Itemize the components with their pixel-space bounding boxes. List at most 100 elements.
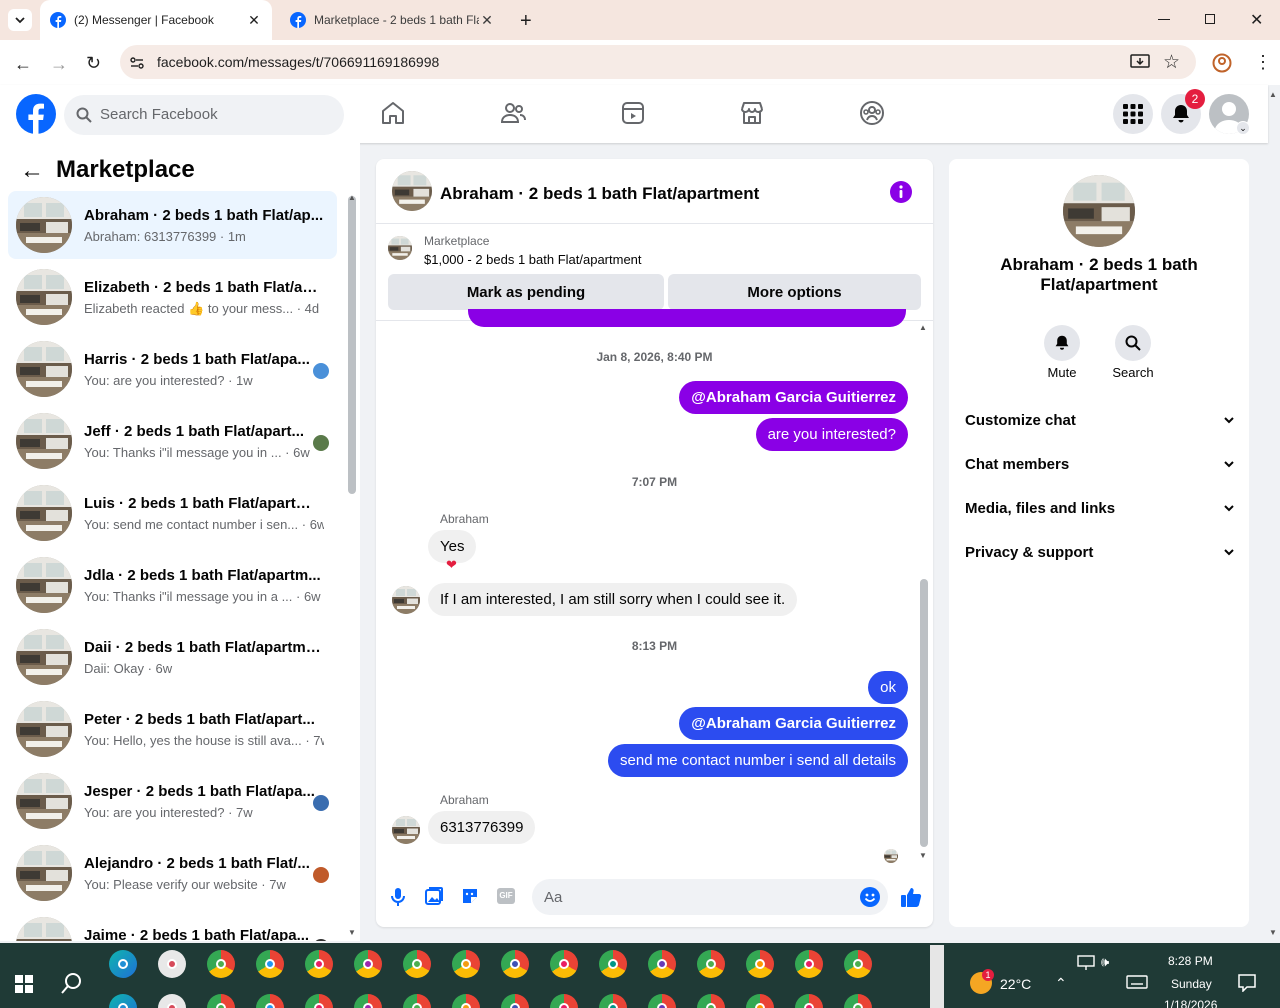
notification-center-icon[interactable] bbox=[1238, 974, 1256, 992]
taskbar-app-icon[interactable] bbox=[501, 950, 529, 978]
temperature[interactable]: 22°C bbox=[1000, 976, 1031, 992]
conversation-item[interactable]: Peter · 2 beds 1 bath Flat/apart... You: … bbox=[8, 695, 337, 763]
menu-button[interactable] bbox=[1113, 94, 1153, 134]
chat-title[interactable]: Abraham · 2 beds 1 bath Flat/apartment bbox=[440, 184, 759, 204]
timestamp: 8:13 PM bbox=[631, 639, 678, 653]
taskbar-app-icon[interactable] bbox=[795, 950, 823, 978]
settings-section[interactable]: Customize chat bbox=[965, 412, 1235, 429]
chat-avatar[interactable] bbox=[392, 171, 432, 211]
marketplace-icon[interactable] bbox=[739, 100, 765, 126]
close-tab-icon[interactable]: ✕ bbox=[479, 12, 495, 29]
message-bubble-incoming[interactable]: If I am interested, I am still sorry whe… bbox=[428, 583, 798, 616]
conversation-item[interactable]: Luis · 2 beds 1 bath Flat/apartme... You:… bbox=[8, 479, 337, 547]
taskbar-app-icon[interactable] bbox=[354, 950, 382, 978]
new-tab-button[interactable]: + bbox=[520, 10, 532, 33]
listing-thumbnail[interactable] bbox=[388, 236, 412, 260]
message-bubble-outgoing[interactable]: @Abraham Garcia Guitierrez bbox=[679, 381, 908, 414]
taskbar-app-icon[interactable] bbox=[109, 950, 137, 978]
keyboard-icon[interactable] bbox=[1126, 975, 1148, 989]
settings-section[interactable]: Chat members bbox=[965, 456, 1235, 473]
taskbar-app-icon[interactable] bbox=[452, 950, 480, 978]
video-icon[interactable] bbox=[620, 100, 646, 126]
taskbar-app-icon[interactable] bbox=[403, 950, 431, 978]
taskbar-app-icon[interactable] bbox=[697, 950, 725, 978]
browser-menu-icon[interactable]: ⋮ bbox=[1254, 52, 1272, 73]
taskbar-scroll[interactable] bbox=[930, 945, 944, 1008]
gif-icon[interactable]: GIF bbox=[497, 888, 515, 904]
taskbar-app-icon[interactable] bbox=[648, 950, 676, 978]
message-bubble-outgoing[interactable]: ok bbox=[868, 671, 908, 704]
conversation-item[interactable]: Abraham · 2 beds 1 bath Flat/ap... Abraha… bbox=[8, 191, 337, 259]
sticker-icon[interactable] bbox=[461, 887, 479, 905]
mute-button[interactable] bbox=[1044, 325, 1080, 361]
taskbar-app-icon[interactable] bbox=[305, 950, 333, 978]
settings-section[interactable]: Privacy & support bbox=[965, 544, 1235, 561]
listing-title[interactable]: $1,000 - 2 beds 1 bath Flat/apartment bbox=[424, 252, 642, 267]
account-chevron-icon[interactable]: ⌄ bbox=[1236, 121, 1250, 135]
conversation-preview: Abraham: 6313776399 · 1m bbox=[84, 229, 246, 244]
message-bubble-outgoing[interactable]: send me contact number i send all detail… bbox=[608, 744, 908, 777]
more-options-button[interactable]: More options bbox=[668, 274, 921, 310]
clock-time[interactable]: 8:28 PM bbox=[1168, 954, 1213, 968]
taskbar-search-icon[interactable] bbox=[61, 972, 83, 994]
message-bubble-outgoing[interactable]: are you interested? bbox=[755, 418, 908, 451]
heart-reaction-icon[interactable]: ❤ bbox=[446, 557, 457, 573]
taskbar-app-icon[interactable] bbox=[746, 950, 774, 978]
groups-icon[interactable] bbox=[859, 100, 885, 126]
sender-avatar[interactable] bbox=[392, 816, 420, 844]
taskbar-app-icon[interactable] bbox=[599, 950, 627, 978]
scroll-down-arrow[interactable]: ▼ bbox=[919, 851, 927, 860]
minimize-button[interactable] bbox=[1158, 19, 1170, 20]
mark-pending-button[interactable]: Mark as pending bbox=[388, 274, 664, 310]
friends-icon[interactable] bbox=[500, 100, 526, 126]
bookmark-star-icon[interactable]: ☆ bbox=[1163, 51, 1180, 74]
network-icon[interactable] bbox=[1077, 955, 1095, 971]
message-input[interactable] bbox=[532, 879, 888, 915]
microphone-icon[interactable] bbox=[390, 887, 406, 907]
conversation-item[interactable]: Jdla · 2 beds 1 bath Flat/apartm... You: … bbox=[8, 551, 337, 619]
app-badge bbox=[706, 959, 716, 969]
settings-section-label: Privacy & support bbox=[965, 544, 1094, 561]
scroll-up-arrow[interactable]: ▲ bbox=[919, 323, 927, 332]
scroll-up-arrow[interactable]: ▲ bbox=[348, 193, 356, 202]
taskbar-app-icon[interactable] bbox=[207, 950, 235, 978]
scrollbar-thumb[interactable] bbox=[348, 196, 356, 494]
message-bubble-incoming[interactable]: 6313776399 bbox=[428, 811, 536, 844]
app-badge bbox=[412, 1003, 422, 1008]
conversation-preview: You: are you interested? · 7w bbox=[84, 805, 253, 820]
taskbar-app-icon[interactable] bbox=[158, 950, 186, 978]
conversation-item[interactable]: Alejandro · 2 beds 1 bath Flat/... You: P… bbox=[8, 839, 337, 907]
page-scroll-up-arrow[interactable]: ▲ bbox=[1269, 90, 1277, 99]
info-icon[interactable] bbox=[890, 181, 912, 203]
home-icon[interactable] bbox=[380, 100, 406, 126]
profile-icon[interactable] bbox=[1212, 53, 1232, 73]
taskbar-app-icon[interactable] bbox=[844, 950, 872, 978]
volume-icon[interactable]: 🕪 bbox=[1101, 954, 1109, 970]
scroll-down-arrow[interactable]: ▼ bbox=[348, 928, 356, 937]
search-chat-button[interactable] bbox=[1115, 325, 1151, 361]
conversation-item[interactable]: Jesper · 2 beds 1 bath Flat/apa... You: a… bbox=[8, 767, 337, 835]
sender-avatar[interactable] bbox=[392, 586, 420, 614]
photo-icon[interactable] bbox=[425, 887, 443, 905]
app-badge bbox=[314, 959, 324, 969]
chat-scrollbar-thumb[interactable] bbox=[920, 579, 928, 847]
windows-start-icon[interactable] bbox=[15, 975, 33, 993]
conversation-item[interactable]: Jaime · 2 beds 1 bath Flat/apa... bbox=[8, 911, 337, 941]
message-bubble-outgoing[interactable]: @Abraham Garcia Guitierrez bbox=[679, 707, 908, 740]
taskbar-app-icon[interactable] bbox=[256, 950, 284, 978]
app-badge bbox=[510, 1003, 520, 1008]
install-app-icon[interactable] bbox=[1130, 53, 1150, 71]
conversation-item[interactable]: Elizabeth · 2 beds 1 bath Flat/ap... Eliz… bbox=[8, 263, 337, 331]
emoji-icon[interactable] bbox=[860, 887, 880, 907]
thumbs-up-icon[interactable] bbox=[900, 886, 922, 908]
conversation-item[interactable]: Jeff · 2 beds 1 bath Flat/apart... You: T… bbox=[8, 407, 337, 475]
conversation-item[interactable]: Daii · 2 beds 1 bath Flat/apartme... Daii… bbox=[8, 623, 337, 691]
profile-avatar[interactable] bbox=[1063, 175, 1135, 247]
conversation-item[interactable]: Harris · 2 beds 1 bath Flat/apa... You: a… bbox=[8, 335, 337, 403]
settings-section[interactable]: Media, files and links bbox=[965, 500, 1235, 517]
show-hidden-icons-chevron[interactable]: ⌃ bbox=[1055, 975, 1067, 992]
page-scroll-down-arrow[interactable]: ▼ bbox=[1269, 928, 1277, 937]
close-window-button[interactable]: ✕ bbox=[1250, 10, 1263, 30]
taskbar-app-icon[interactable] bbox=[550, 950, 578, 978]
restore-button[interactable] bbox=[1205, 14, 1215, 24]
